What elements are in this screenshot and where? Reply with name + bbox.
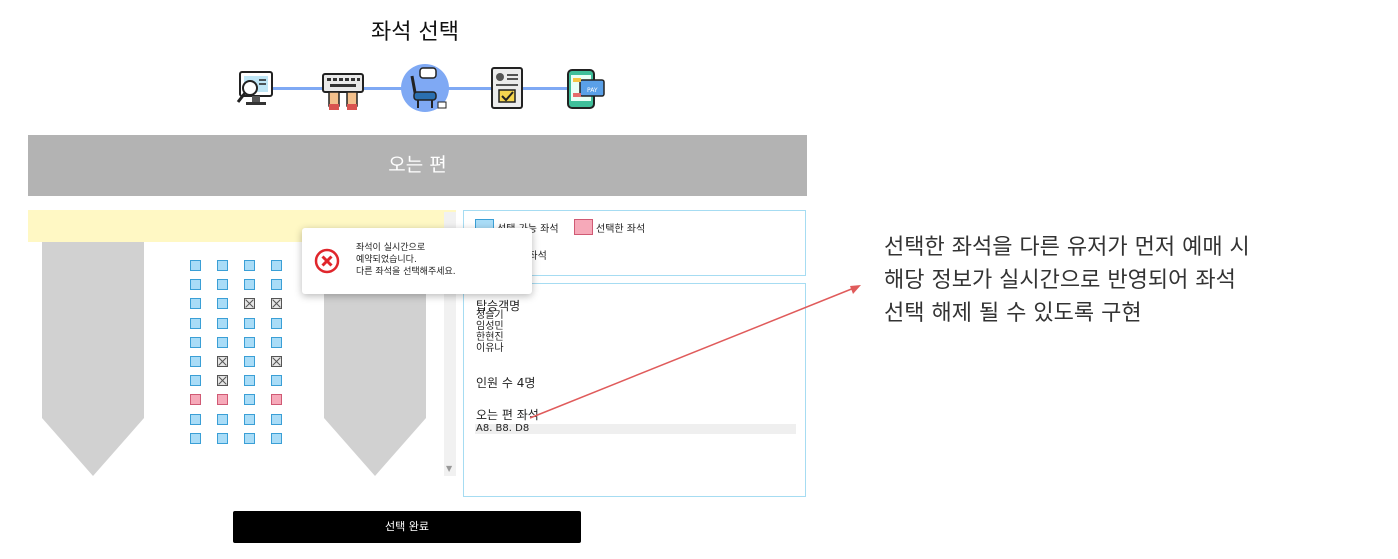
annotation-note: 선택한 좌석을 다른 유저가 먼저 예매 시 해당 정보가 실시간으로 반영되어… xyxy=(884,231,1394,330)
seat-D2[interactable] xyxy=(271,279,282,290)
seat-A3[interactable] xyxy=(190,298,201,309)
popup-message: 좌석이 실시간으로 예약되었습니다. 다른 좌석을 선택해주세요. xyxy=(356,242,456,278)
seat-D1[interactable] xyxy=(271,260,282,271)
seat-B1[interactable] xyxy=(217,260,228,271)
keyboard-step-icon[interactable] xyxy=(318,62,368,114)
seat-B6 xyxy=(217,356,228,367)
seat-A7[interactable] xyxy=(190,375,201,386)
seat-C3 xyxy=(244,298,255,309)
seat-D10[interactable] xyxy=(271,433,282,444)
seat-B2[interactable] xyxy=(217,279,228,290)
passenger-count: 인원 수 4명 xyxy=(476,376,536,390)
seat-B7 xyxy=(217,375,228,386)
seat-step-icon[interactable] xyxy=(400,62,450,114)
payment-step-icon[interactable]: PAY xyxy=(560,62,610,114)
seat-D7[interactable] xyxy=(271,375,282,386)
seat-D8[interactable] xyxy=(271,394,282,405)
complete-selection-button[interactable]: 선택 완료 xyxy=(233,511,581,543)
booking-info-panel: 탑승객명 정슬기 임성민 한현진 이유나 인원 수 4명 오는 편 좌석 A8.… xyxy=(463,283,806,497)
passenger-name: 이유나 xyxy=(476,343,504,354)
seat-C2[interactable] xyxy=(244,279,255,290)
seat-D3 xyxy=(271,298,282,309)
seat-conflict-popup: 좌석이 실시간으로 예약되었습니다. 다른 좌석을 선택해주세요. xyxy=(302,228,532,294)
seat-A4[interactable] xyxy=(190,318,201,329)
seat-B5[interactable] xyxy=(217,337,228,348)
seat-B8[interactable] xyxy=(217,394,228,405)
popup-line: 좌석이 실시간으로 xyxy=(356,243,426,253)
svg-text:PAY: PAY xyxy=(587,87,598,94)
seat-D4[interactable] xyxy=(271,318,282,329)
return-flight-header: 오는 편 xyxy=(28,135,807,196)
popup-line: 예약되었습니다. xyxy=(356,255,417,265)
seats-label: 오는 편 좌석 xyxy=(476,408,539,422)
seat-A9[interactable] xyxy=(190,414,201,425)
seat-A6[interactable] xyxy=(190,356,201,367)
seat-C7[interactable] xyxy=(244,375,255,386)
legend-selected-label: 선택한 좌석 xyxy=(596,223,646,235)
seat-A10[interactable] xyxy=(190,433,201,444)
seat-B9[interactable] xyxy=(217,414,228,425)
seat-D9[interactable] xyxy=(271,414,282,425)
seat-A2[interactable] xyxy=(190,279,201,290)
passenger-name: 한현진 xyxy=(476,332,504,343)
passenger-name: 임성민 xyxy=(476,321,504,332)
seat-C9[interactable] xyxy=(244,414,255,425)
seat-C1[interactable] xyxy=(244,260,255,271)
seat-A5[interactable] xyxy=(190,337,201,348)
annotation-line: 선택한 좌석을 다른 유저가 먼저 예매 시 xyxy=(884,235,1250,260)
seat-C8[interactable] xyxy=(244,394,255,405)
popup-line: 다른 좌석을 선택해주세요. xyxy=(356,267,456,277)
scroll-down-icon[interactable]: ▼ xyxy=(446,464,452,473)
seat-B3[interactable] xyxy=(217,298,228,309)
annotation-line: 해당 정보가 실시간으로 반영되어 좌석 xyxy=(884,268,1236,293)
seat-D6 xyxy=(271,356,282,367)
seat-C10[interactable] xyxy=(244,433,255,444)
legend-selected: 선택한 좌석 xyxy=(574,219,645,235)
seat-C6[interactable] xyxy=(244,356,255,367)
passenger-form-step-icon[interactable] xyxy=(482,62,532,114)
seat-A8[interactable] xyxy=(190,394,201,405)
page-title: 좌석 선택 xyxy=(371,20,459,45)
seat-C4[interactable] xyxy=(244,318,255,329)
passenger-name: 정슬기 xyxy=(476,310,504,321)
seat-B10[interactable] xyxy=(217,433,228,444)
annotation-line: 선택 해제 될 수 있도록 구현 xyxy=(884,301,1142,326)
progress-steps: PAY xyxy=(230,62,610,114)
seat-A1[interactable] xyxy=(190,260,201,271)
seat-B4[interactable] xyxy=(217,318,228,329)
seat-C5[interactable] xyxy=(244,337,255,348)
search-step-icon[interactable] xyxy=(230,62,280,114)
error-icon xyxy=(314,248,340,274)
left-wing xyxy=(42,242,144,488)
selected-swatch xyxy=(574,219,593,235)
selected-seats-field: A8. B8. D8 xyxy=(475,424,796,434)
seat-D5[interactable] xyxy=(271,337,282,348)
